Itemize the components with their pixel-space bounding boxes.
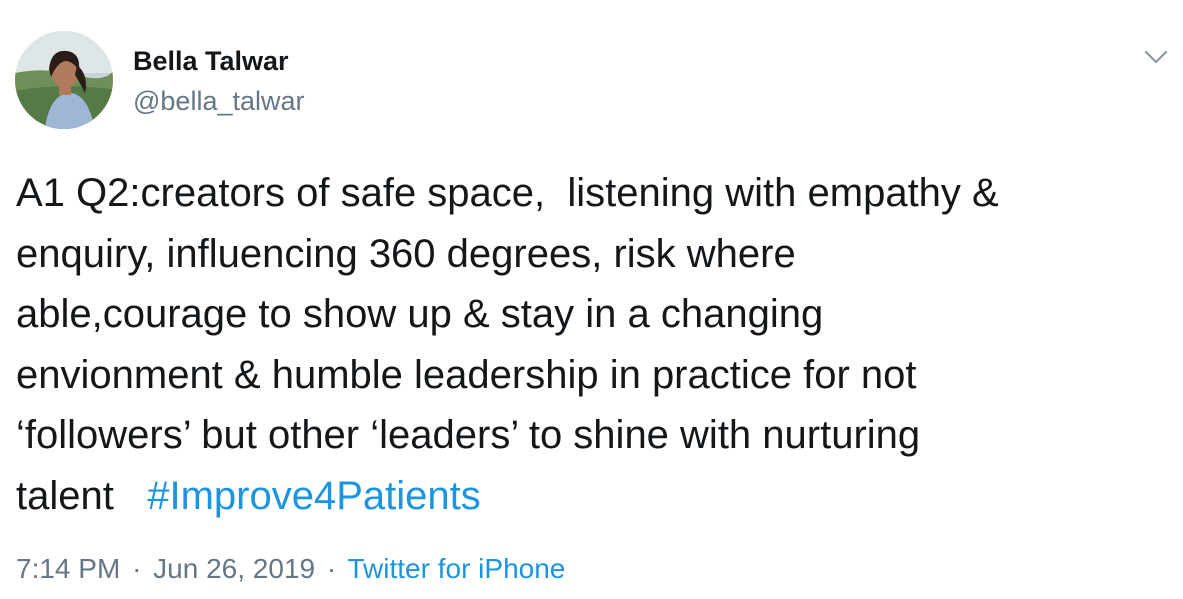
avatar-image — [15, 31, 113, 129]
tweet-text: A1 Q2:creators of safe space, listening … — [16, 163, 1166, 526]
chevron-down-icon[interactable] — [1143, 47, 1169, 67]
author-handle[interactable]: @bella_talwar — [133, 86, 305, 117]
tweet-text-line: ‘followers’ but other ‘leaders’ to shine… — [16, 413, 921, 457]
tweet-source-link[interactable]: Twitter for iPhone — [347, 553, 565, 584]
tweet-text-line: talent — [16, 473, 148, 518]
tweet-text-line: able,courage to show up & stay in a chan… — [16, 292, 824, 336]
hashtag-link[interactable]: #Improve4Patients — [147, 474, 481, 518]
author-display-name[interactable]: Bella Talwar — [133, 46, 289, 77]
tweet-time[interactable]: 7:14 PM — [16, 553, 120, 584]
meta-separator: · — [132, 553, 142, 584]
avatar[interactable] — [15, 31, 113, 129]
tweet-card: Bella Talwar @bella_talwar A1 Q2:creator… — [0, 0, 1183, 599]
tweet-text-line: enquiry, influencing 360 degrees, risk w… — [16, 231, 796, 276]
meta-separator: · — [326, 553, 337, 584]
tweet-text-line: envionment & humble leadership in practi… — [16, 352, 917, 397]
tweet-date[interactable]: Jun 26, 2019 — [153, 553, 315, 584]
tweet-text-line: A1 Q2:creators of safe space, listening … — [16, 171, 999, 215]
tweet-meta: 7:14 PM · Jun 26, 2019 · Twitter for iPh… — [16, 553, 565, 585]
